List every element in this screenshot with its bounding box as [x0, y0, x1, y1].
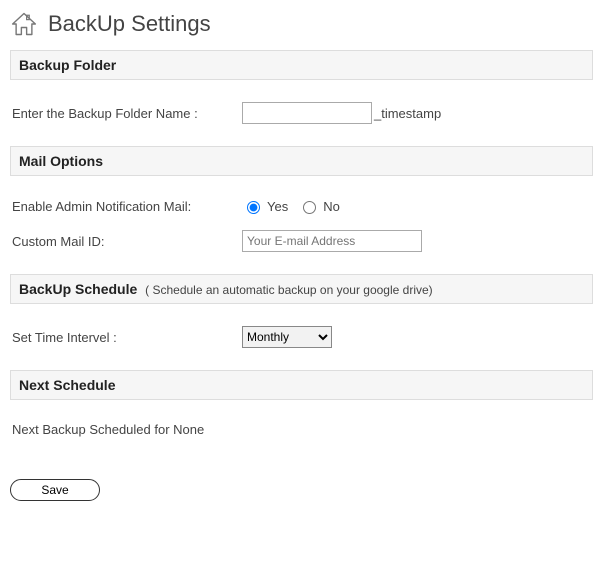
enable-mail-yes-radio[interactable]: [247, 201, 260, 214]
enable-mail-yes-label: Yes: [267, 199, 288, 214]
enable-mail-radio-group: Yes No: [242, 198, 346, 214]
section-heading-text: Mail Options: [19, 153, 103, 169]
page-title: BackUp Settings: [48, 11, 211, 37]
backup-folder-input[interactable]: [242, 102, 372, 124]
section-heading-backup-folder: Backup Folder: [10, 50, 593, 80]
custom-mail-input[interactable]: [242, 230, 422, 252]
section-heading-text: BackUp Schedule: [19, 281, 137, 297]
interval-select[interactable]: Monthly: [242, 326, 332, 348]
section-body-next-schedule: Next Backup Scheduled for None: [10, 400, 593, 459]
enable-mail-label: Enable Admin Notification Mail:: [12, 199, 242, 214]
section-heading-text: Backup Folder: [19, 57, 116, 73]
section-heading-text: Next Schedule: [19, 377, 115, 393]
custom-mail-label: Custom Mail ID:: [12, 234, 242, 249]
enable-mail-no-label: No: [323, 199, 340, 214]
page-header: BackUp Settings: [10, 10, 593, 38]
interval-label: Set Time Intervel :: [12, 330, 242, 345]
section-body-mail-options: Enable Admin Notification Mail: Yes No C…: [10, 176, 593, 274]
backup-folder-suffix: _timestamp: [374, 106, 441, 121]
section-heading-next-schedule: Next Schedule: [10, 370, 593, 400]
schedule-subtitle: ( Schedule an automatic backup on your g…: [145, 283, 433, 297]
backup-folder-label: Enter the Backup Folder Name :: [12, 106, 242, 121]
section-heading-mail-options: Mail Options: [10, 146, 593, 176]
next-schedule-text: Next Backup Scheduled for None: [12, 422, 591, 437]
section-body-backup-folder: Enter the Backup Folder Name : _timestam…: [10, 80, 593, 146]
enable-mail-no-radio[interactable]: [303, 201, 316, 214]
section-body-schedule: Set Time Intervel : Monthly: [10, 304, 593, 370]
section-heading-schedule: BackUp Schedule ( Schedule an automatic …: [10, 274, 593, 304]
save-button[interactable]: Save: [10, 479, 100, 501]
home-icon: [10, 10, 38, 38]
